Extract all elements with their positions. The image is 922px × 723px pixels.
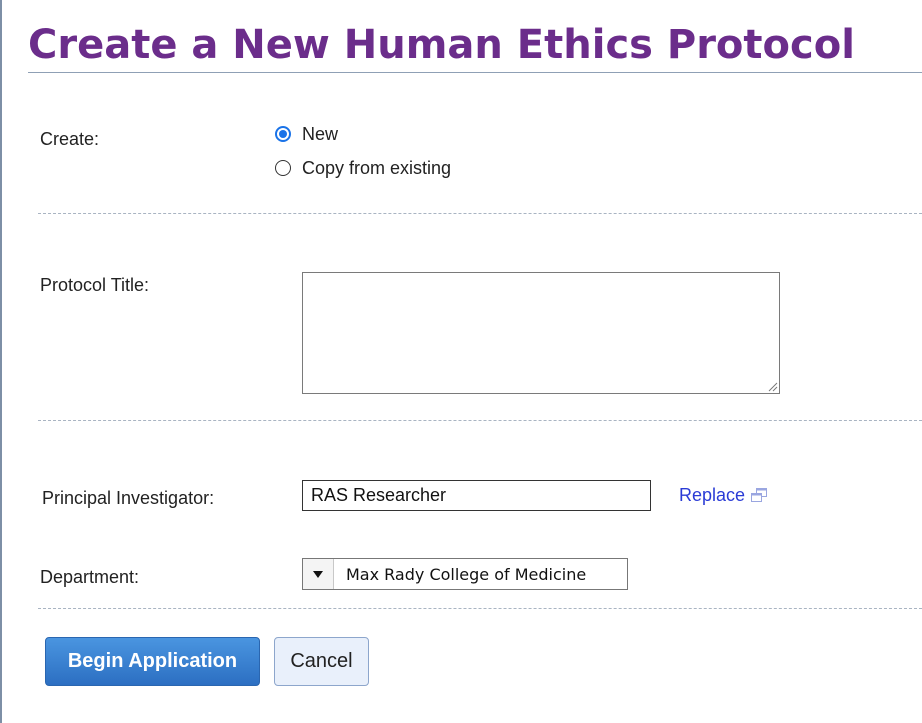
- department-selected-value: Max Rady College of Medicine: [346, 564, 587, 584]
- protocol-title-textarea[interactable]: [302, 272, 780, 394]
- radio-new[interactable]: [275, 126, 291, 142]
- principal-investigator-label: Principal Investigator:: [42, 488, 215, 508]
- page-title: Create a New Human Ethics Protocol: [28, 22, 855, 68]
- protocol-title-label: Protocol Title:: [40, 275, 150, 295]
- principal-investigator-input[interactable]: [302, 480, 651, 511]
- radio-new-label: New: [302, 124, 339, 144]
- department-label: Department:: [40, 567, 140, 587]
- cancel-button[interactable]: Cancel: [274, 637, 369, 686]
- resize-grip-icon[interactable]: [766, 380, 778, 392]
- popup-window-icon: [751, 488, 768, 502]
- department-dropdown-toggle[interactable]: [303, 559, 334, 589]
- radio-copy[interactable]: [275, 160, 291, 176]
- create-label: Create:: [40, 129, 100, 149]
- section-divider: [38, 608, 922, 609]
- replace-link-label: Replace: [679, 485, 746, 505]
- create-option-copy[interactable]: Copy from existing: [275, 156, 451, 180]
- department-select[interactable]: Max Rady College of Medicine: [302, 558, 628, 590]
- chevron-down-icon: [313, 570, 323, 578]
- left-border: [0, 0, 2, 723]
- section-divider: [38, 213, 922, 214]
- radio-copy-label: Copy from existing: [302, 158, 452, 178]
- create-option-new[interactable]: New: [275, 122, 338, 146]
- replace-link[interactable]: Replace: [679, 484, 768, 506]
- title-divider: [28, 72, 922, 73]
- begin-application-button[interactable]: Begin Application: [45, 637, 260, 686]
- section-divider: [38, 420, 922, 421]
